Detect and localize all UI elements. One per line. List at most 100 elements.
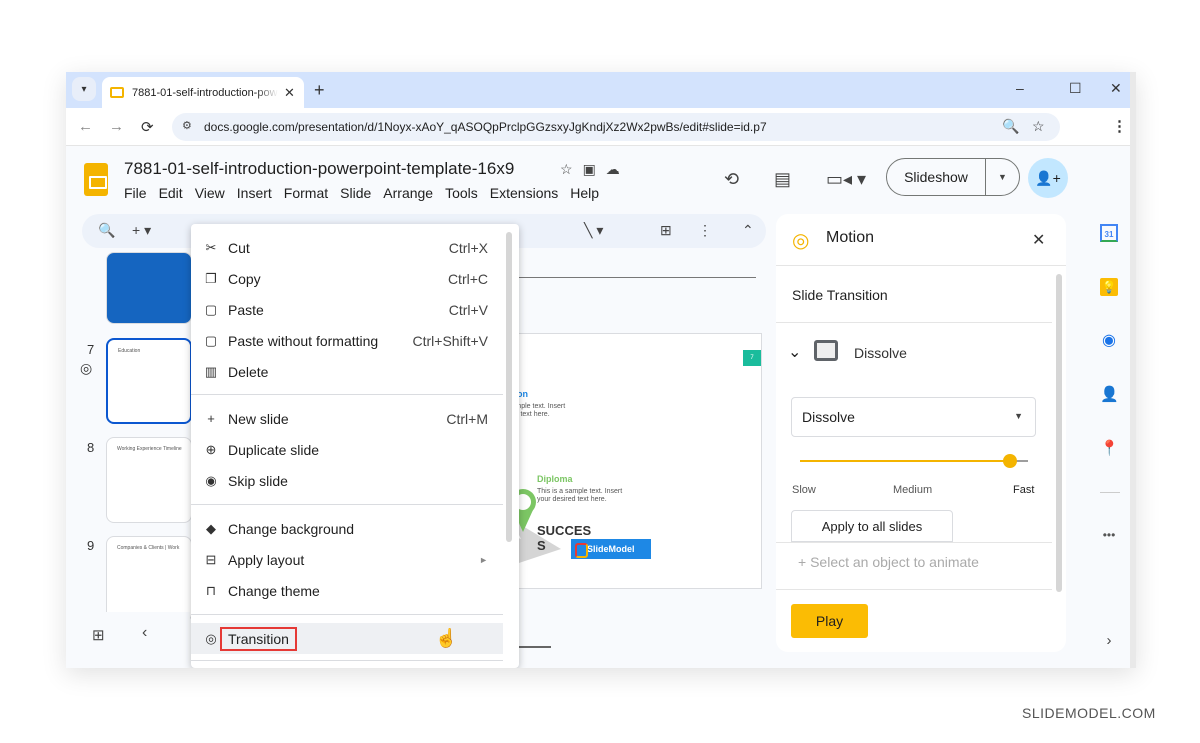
speed-slider[interactable]: [800, 454, 1028, 468]
calendar-icon[interactable]: 31: [1100, 224, 1118, 242]
menu-item-copy[interactable]: ❐ Copy Ctrl+C: [191, 263, 503, 294]
slide-thumbnail-8[interactable]: Working Experience Timeline: [106, 437, 192, 523]
slide-thumbnail-9[interactable]: Companies & Clients | Work: [106, 536, 192, 622]
plus-icon: +: [207, 411, 215, 426]
browser-tab[interactable]: 7881-01-self-introduction-powerpoint-tem…: [102, 77, 304, 108]
reload-icon[interactable]: ⟳: [141, 118, 154, 136]
play-button[interactable]: Play: [791, 604, 868, 638]
copy-icon: ❐: [205, 270, 217, 286]
menu-item-change-theme[interactable]: ⊓ Change theme: [191, 575, 503, 606]
maximize-button[interactable]: ☐: [1069, 80, 1082, 97]
contacts-icon[interactable]: 👤: [1100, 386, 1119, 404]
panel-scrollbar[interactable]: [1056, 274, 1062, 592]
address-bar: ← → ⟳ ⚙ docs.google.com/presentation/d/1…: [66, 108, 1136, 146]
slideshow-button[interactable]: Slideshow ▼: [886, 158, 1020, 196]
menu-bar: File Edit View Insert Format Slide Arran…: [124, 185, 611, 201]
more-addons-icon[interactable]: •••: [1100, 526, 1118, 544]
apply-to-all-slides-button[interactable]: Apply to all slides: [791, 510, 953, 542]
site-settings-icon[interactable]: ⚙: [182, 119, 192, 132]
title-actions: ☆▣☁: [560, 161, 630, 178]
move-folder-icon[interactable]: ▣: [583, 161, 606, 177]
star-icon[interactable]: ☆: [560, 161, 583, 177]
menu-item-duplicate-slide[interactable]: ⊕ Duplicate slide: [191, 434, 503, 465]
meet-camera-icon[interactable]: ▭◂ ▾: [826, 169, 866, 190]
slideshow-label[interactable]: Slideshow: [887, 159, 986, 195]
menu-item-delete[interactable]: ▥ Delete: [191, 356, 503, 387]
tab-search-chevron-icon[interactable]: ▾: [72, 77, 96, 101]
maps-icon[interactable]: 📍: [1100, 440, 1119, 458]
menu-view[interactable]: View: [195, 185, 225, 201]
menu-item-apply-layout[interactable]: ⊟ Apply layout ►: [191, 544, 503, 575]
slide-thumbnail-7[interactable]: Education: [106, 338, 192, 424]
menu-extensions[interactable]: Extensions: [490, 185, 558, 201]
menu-item-label: Delete: [228, 363, 269, 380]
menu-help[interactable]: Help: [570, 185, 599, 201]
back-arrow-icon[interactable]: ←: [78, 118, 93, 135]
duplicate-icon: ⊕: [205, 441, 217, 457]
menu-slide[interactable]: Slide: [340, 185, 371, 201]
new-tab-button[interactable]: +: [314, 80, 325, 101]
slides-favicon-icon: [110, 87, 124, 98]
menu-format[interactable]: Format: [284, 185, 328, 201]
transition-type-select[interactable]: Dissolve ▼: [791, 397, 1036, 437]
slides-logo-icon[interactable]: [84, 163, 108, 196]
bookmark-star-icon[interactable]: ☆: [1032, 118, 1045, 135]
menu-item-shortcut: Ctrl+Shift+V: [412, 332, 488, 349]
share-add-person-icon[interactable]: 👤+: [1028, 158, 1068, 198]
more-options-icon[interactable]: ⋮: [698, 222, 712, 239]
zoom-magnifier-icon[interactable]: 🔍: [1002, 118, 1019, 135]
browser-menu-icon[interactable]: ⋮: [1112, 117, 1127, 135]
slide-number: 8: [87, 440, 95, 455]
menu-scrollbar[interactable]: [506, 232, 512, 542]
collapse-filmstrip-icon[interactable]: ‹: [142, 624, 147, 642]
menu-item-paste[interactable]: ▢ Paste Ctrl+V: [191, 294, 503, 325]
document-title[interactable]: 7881-01-self-introduction-powerpoint-tem…: [124, 159, 514, 179]
keep-icon[interactable]: 💡: [1100, 278, 1118, 296]
tab-close-icon[interactable]: ✕: [284, 85, 295, 101]
menu-edit[interactable]: Edit: [159, 185, 183, 201]
line-tool-icon[interactable]: ╲ ▾: [584, 222, 603, 239]
new-slide-plus-icon[interactable]: + ▾: [132, 222, 151, 239]
menu-item-cut[interactable]: ✂ Cut Ctrl+X: [191, 232, 503, 263]
slideshow-dropdown-icon[interactable]: ▼: [986, 172, 1019, 182]
menu-item-skip-slide[interactable]: ◉ Skip slide: [191, 465, 503, 496]
layout-icon: ⊟: [205, 551, 217, 567]
paint-roller-icon: ⊓: [205, 582, 217, 598]
collapse-chevron-icon[interactable]: ⌄: [788, 342, 801, 362]
animate-hint-text: Select an object to animate: [810, 554, 979, 570]
tasks-icon[interactable]: ◉: [1100, 332, 1118, 350]
grid-view-icon[interactable]: ⊞: [92, 626, 105, 644]
cloud-status-icon[interactable]: ☁: [606, 161, 630, 177]
menu-tools[interactable]: Tools: [445, 185, 478, 201]
slide-transition-heading: Slide Transition: [792, 287, 888, 303]
speed-slider-thumb[interactable]: [1002, 454, 1017, 468]
menu-insert[interactable]: Insert: [237, 185, 272, 201]
diploma-title: Diploma: [537, 474, 573, 484]
minimize-button[interactable]: –: [1016, 80, 1024, 96]
menu-item-change-background[interactable]: ◆ Change background: [191, 513, 503, 544]
rail-separator: [1100, 492, 1120, 493]
speed-label-slow: Slow: [792, 484, 816, 496]
menu-item-label: Copy: [228, 270, 261, 287]
collapse-toolbar-icon[interactable]: ⌃: [742, 222, 754, 239]
close-panel-icon[interactable]: ✕: [1032, 230, 1045, 250]
expand-rail-icon[interactable]: ›: [1100, 632, 1118, 650]
motion-title: Motion: [826, 229, 875, 246]
menu-file[interactable]: File: [124, 185, 147, 201]
comments-icon[interactable]: ▤: [774, 169, 791, 190]
close-window-button[interactable]: ✕: [1110, 80, 1122, 97]
menu-arrange[interactable]: Arrange: [383, 185, 433, 201]
slide-number: 7: [87, 342, 95, 357]
version-history-icon[interactable]: ⟲: [724, 169, 739, 190]
search-menus-icon[interactable]: 🔍: [98, 222, 115, 239]
selected-transition: Dissolve: [802, 409, 855, 425]
add-comment-icon[interactable]: ⊞: [660, 222, 672, 239]
transition-name[interactable]: Dissolve: [854, 345, 907, 361]
add-animation-hint[interactable]: + Select an object to animate: [798, 554, 979, 570]
menu-item-new-slide[interactable]: + New slide Ctrl+M: [191, 403, 503, 434]
watermark: SLIDEMODEL.COM: [1022, 705, 1156, 721]
menu-item-paste-without-formatting[interactable]: ▢ Paste without formatting Ctrl+Shift+V: [191, 325, 503, 356]
url-input[interactable]: ⚙ docs.google.com/presentation/d/1Noyx-x…: [172, 113, 1060, 141]
slide-thumbnail-6[interactable]: [106, 252, 192, 324]
forward-arrow-icon[interactable]: →: [109, 118, 124, 135]
